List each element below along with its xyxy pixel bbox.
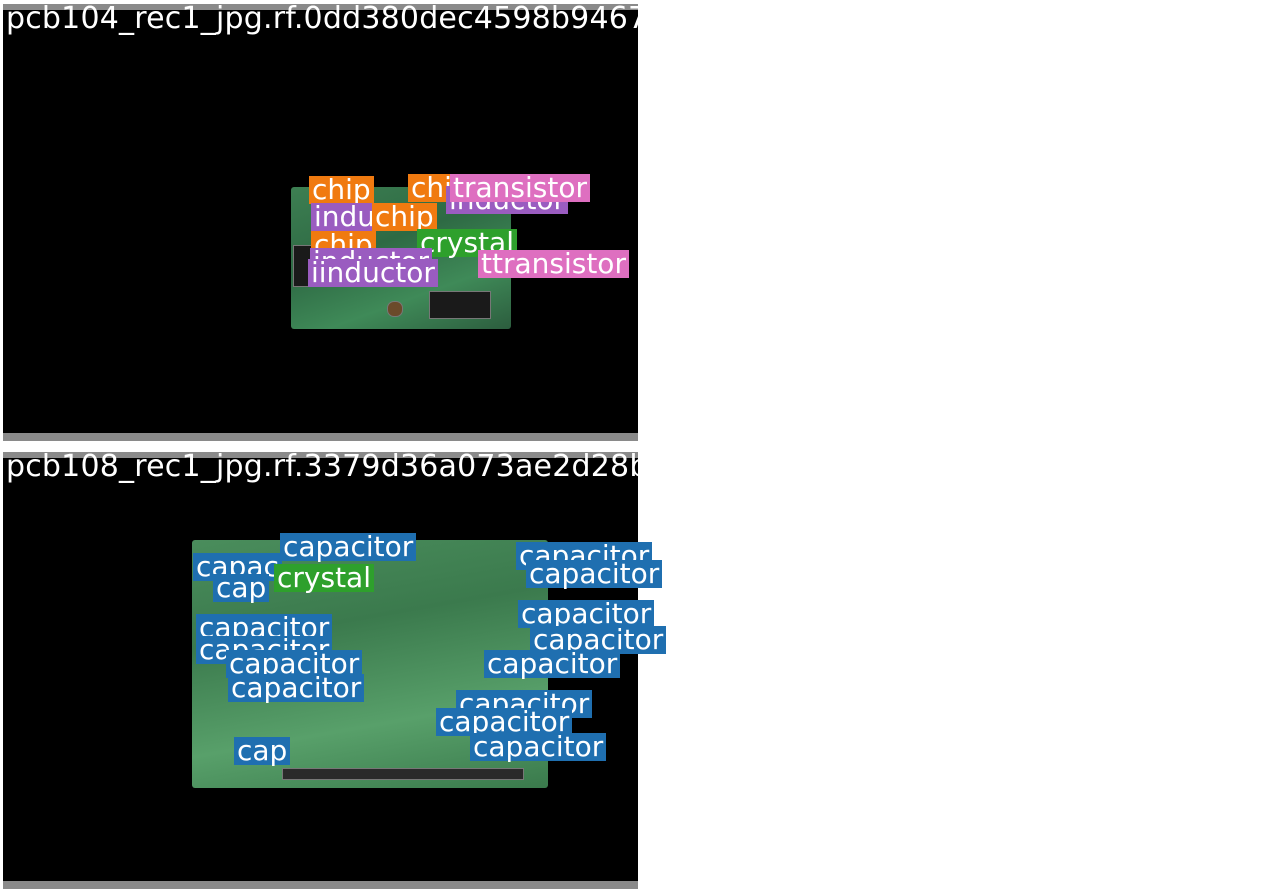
detection-label: transistor (450, 174, 590, 202)
detection-label: indu (311, 203, 379, 231)
detection-label: ttransistor (478, 250, 629, 278)
image-caption-1: pcb104_rec1_jpg.rf.0dd380dec4598b9467caa (6, 1, 702, 36)
detection-label: cap (234, 737, 291, 765)
detection-label: capacitor (280, 533, 417, 561)
capacitor-part (387, 301, 403, 317)
detection-label: capacitor (228, 674, 365, 702)
connector-strip-part (282, 768, 524, 780)
detection-label: cap (213, 574, 270, 602)
panel-bottom-bar (3, 881, 638, 889)
scart-connector-part (429, 291, 491, 319)
image-caption-2: pcb108_rec1_jpg.rf.3379d36a073ae2d28beda (6, 449, 706, 484)
detection-label: crystal (274, 564, 374, 592)
detection-label: capacitor (484, 650, 621, 678)
detection-label: capacitor (526, 560, 663, 588)
detection-label: capacitor (470, 733, 607, 761)
panel-bottom-bar (3, 433, 638, 441)
detection-label: iinductor (308, 259, 438, 287)
